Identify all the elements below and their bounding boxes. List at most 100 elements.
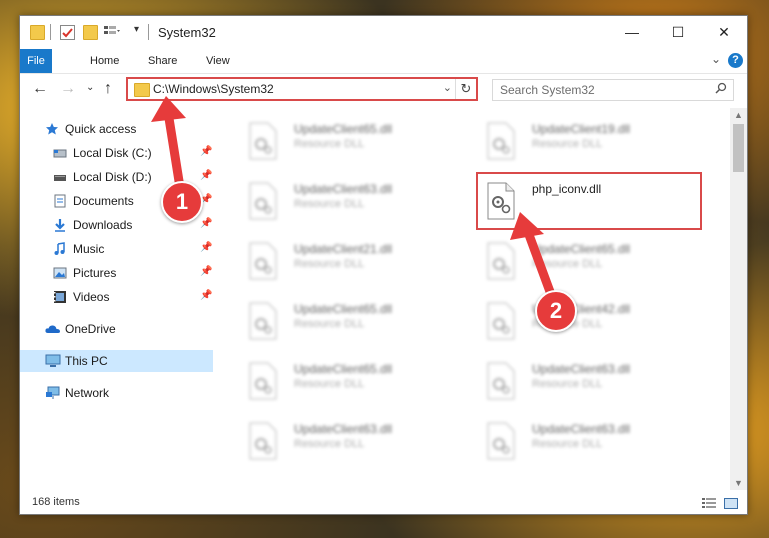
window-title: System32 xyxy=(158,25,216,40)
nav-item-music[interactable]: Music 📌 xyxy=(20,238,213,260)
file-name: UpdateClient63.dll xyxy=(294,182,393,196)
file-item[interactable]: UpdateClient19.dll Resource DLL xyxy=(478,118,688,164)
tab-share[interactable]: Share xyxy=(138,49,187,73)
file-name: UpdateClient65.dll xyxy=(294,302,393,316)
pin-icon[interactable]: 📌 xyxy=(200,266,212,277)
file-type: Resource DLL xyxy=(294,198,365,210)
pin-icon[interactable]: 📌 xyxy=(200,242,212,253)
file-type: Resource DLL xyxy=(294,438,365,450)
collapse-ribbon-icon[interactable]: ⌄ xyxy=(711,52,721,66)
file-item[interactable]: UpdateClient63.dll Resource DLL xyxy=(478,418,688,464)
refresh-button[interactable]: ↻ xyxy=(455,79,476,99)
status-bar: 168 items xyxy=(20,490,747,514)
file-item[interactable]: UpdateClient65.dll Resource DLL xyxy=(240,118,450,164)
scroll-down-icon[interactable]: ▼ xyxy=(734,478,743,488)
dll-file-icon xyxy=(248,422,278,460)
nav-item-pictures[interactable]: Pictures 📌 xyxy=(20,262,213,284)
nav-label: This PC xyxy=(65,354,108,368)
new-folder-icon[interactable] xyxy=(83,25,98,40)
dll-file-icon xyxy=(486,122,516,160)
file-item[interactable]: UpdateClient21.dll Resource DLL xyxy=(240,238,450,284)
file-item[interactable]: UpdateClient63.dll Resource DLL xyxy=(240,178,450,224)
documents-icon xyxy=(53,194,67,208)
nav-item-network[interactable]: Network xyxy=(20,382,213,404)
details-view-icon[interactable] xyxy=(702,496,716,508)
download-icon xyxy=(53,218,67,232)
address-bar[interactable]: C:\Windows\System32 ⌄ ↻ xyxy=(126,77,478,101)
help-button[interactable]: ? xyxy=(728,53,743,68)
chevron-down-icon[interactable]: ⌄ xyxy=(443,81,452,94)
dll-file-icon xyxy=(486,242,516,280)
large-icons-view-icon[interactable] xyxy=(724,496,738,509)
customize-toolbar-icon[interactable]: ▾ xyxy=(134,24,139,35)
file-type: Resource DLL xyxy=(294,258,365,270)
search-icon[interactable] xyxy=(715,82,727,97)
file-type: Resource DLL xyxy=(294,378,365,390)
file-type: Resource DLL xyxy=(294,318,365,330)
file-type: Resource DLL xyxy=(532,438,603,450)
tab-file[interactable]: File xyxy=(20,49,52,73)
file-item[interactable]: UpdateClient63.dll Resource DLL xyxy=(240,418,450,464)
search-input[interactable]: Search System32 xyxy=(492,79,734,101)
nav-label: Local Disk (D:) xyxy=(73,170,152,184)
vertical-scrollbar[interactable]: ▲ ▼ xyxy=(730,108,747,490)
pin-icon[interactable]: 📌 xyxy=(200,218,212,229)
nav-item-this-pc[interactable]: This PC xyxy=(20,350,213,372)
ribbon: File Home Share View ⌄ ? xyxy=(20,49,747,74)
nav-label: Pictures xyxy=(73,266,117,280)
tab-view[interactable]: View xyxy=(196,49,240,73)
computer-icon xyxy=(45,354,61,368)
pin-icon[interactable]: 📌 xyxy=(200,290,212,301)
nav-label: Videos xyxy=(73,290,110,304)
title-bar: ▾ System32 — ☐ ✕ xyxy=(20,16,747,49)
back-button[interactable]: ← xyxy=(32,80,48,98)
recent-locations-button[interactable]: ⌄ xyxy=(86,82,94,93)
scroll-thumb[interactable] xyxy=(733,124,744,172)
videos-icon xyxy=(53,290,67,304)
up-button[interactable]: ↑ xyxy=(104,80,112,98)
file-explorer-window: ▾ System32 — ☐ ✕ File Home Share View ⌄ … xyxy=(19,15,748,515)
nav-label: OneDrive xyxy=(65,322,116,336)
nav-item-quick-access[interactable]: Quick access xyxy=(20,118,213,140)
nav-item-onedrive[interactable]: OneDrive xyxy=(20,318,213,340)
file-name: UpdateClient63.dll xyxy=(532,362,631,376)
step-2-badge: 2 xyxy=(535,290,577,332)
file-type: Resource DLL xyxy=(532,258,603,270)
file-item[interactable]: UpdateClient65.dll Resource DLL xyxy=(478,238,688,284)
file-name: UpdateClient65.dll xyxy=(532,242,631,256)
cloud-icon xyxy=(45,322,60,336)
search-placeholder: Search System32 xyxy=(500,83,595,97)
file-item[interactable]: UpdateClient42.dll Resource DLL xyxy=(478,298,688,344)
file-highlight-box xyxy=(476,172,702,230)
maximize-button[interactable]: ☐ xyxy=(655,16,701,49)
dll-file-icon xyxy=(248,182,278,220)
file-item[interactable]: UpdateClient63.dll Resource DLL xyxy=(478,358,688,404)
close-button[interactable]: ✕ xyxy=(701,16,747,49)
file-name: UpdateClient19.dll xyxy=(532,122,631,136)
scroll-up-icon[interactable]: ▲ xyxy=(734,110,743,120)
view-options-icon[interactable] xyxy=(104,25,120,38)
file-list: UpdateClient65.dll Resource DLL UpdateCl… xyxy=(232,108,732,490)
nav-label: Music xyxy=(73,242,105,256)
nav-item-videos[interactable]: Videos 📌 xyxy=(20,286,213,308)
nav-label: Quick access xyxy=(65,122,137,136)
file-name: UpdateClient63.dll xyxy=(294,422,393,436)
file-type: Resource DLL xyxy=(532,138,603,150)
folder-icon xyxy=(30,25,45,40)
dll-file-icon xyxy=(248,362,278,400)
file-name: UpdateClient63.dll xyxy=(532,422,631,436)
file-item[interactable]: UpdateClient65.dll Resource DLL xyxy=(240,358,450,404)
address-row: ← → ⌄ ↑ C:\Windows\System32 ⌄ ↻ Search S… xyxy=(20,74,747,106)
address-path[interactable]: C:\Windows\System32 xyxy=(153,82,274,96)
dll-file-icon xyxy=(248,242,278,280)
tab-home[interactable]: Home xyxy=(80,49,129,73)
star-icon xyxy=(45,122,59,136)
file-item[interactable]: UpdateClient65.dll Resource DLL xyxy=(240,298,450,344)
nav-item-local-disk-c[interactable]: Local Disk (C:) 📌 xyxy=(20,142,213,164)
properties-icon[interactable] xyxy=(60,25,75,40)
minimize-button[interactable]: — xyxy=(609,16,655,49)
forward-button[interactable]: → xyxy=(60,80,76,98)
pin-icon[interactable]: 📌 xyxy=(200,170,212,181)
dll-file-icon xyxy=(486,302,516,340)
pin-icon[interactable]: 📌 xyxy=(200,146,212,157)
